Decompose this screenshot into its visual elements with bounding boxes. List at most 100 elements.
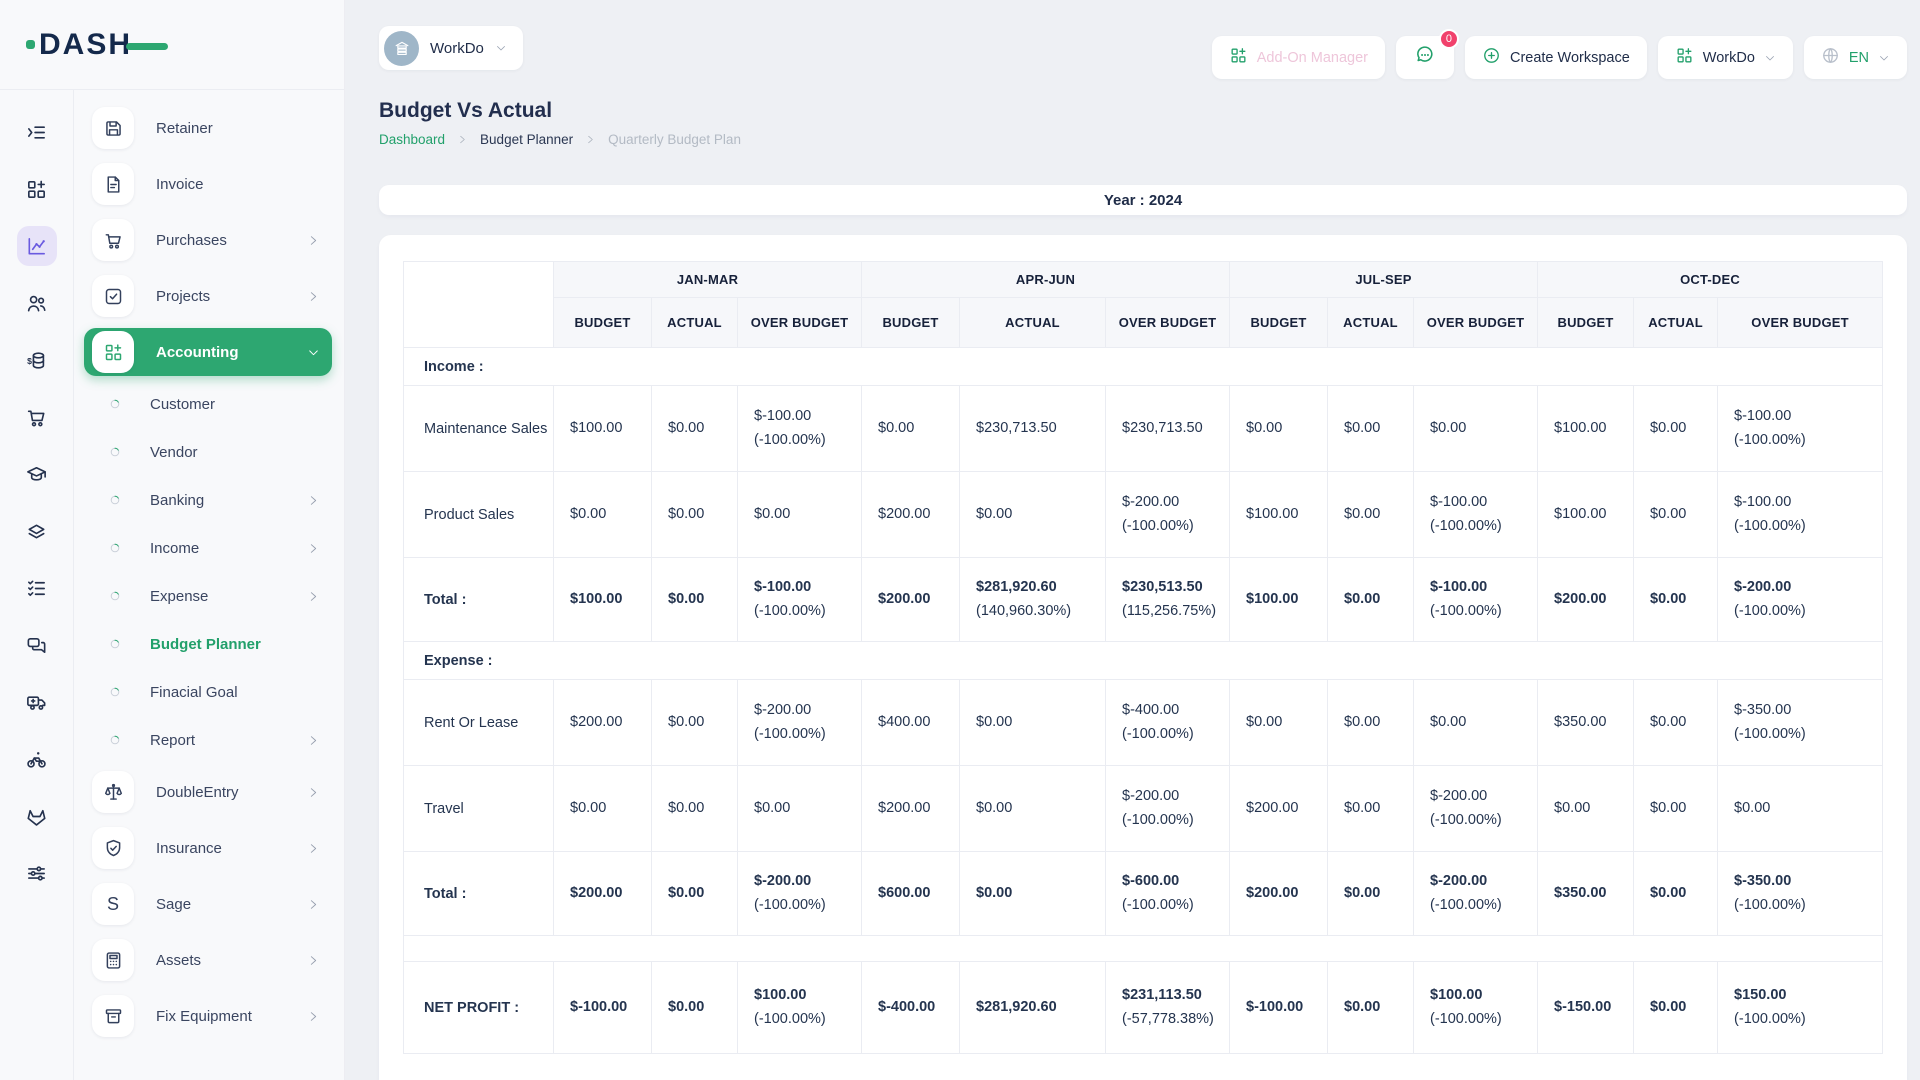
table-cell: $0.00: [960, 680, 1106, 766]
cell-value: $200.00: [570, 713, 651, 733]
rail-bike-icon[interactable]: [17, 739, 57, 779]
sidebar-item-purchases[interactable]: Purchases: [84, 216, 332, 264]
rail-coins-dollar-icon[interactable]: $: [17, 340, 57, 380]
sidebar-item-report[interactable]: Report: [84, 720, 332, 760]
cell-value: $350.00: [1554, 884, 1633, 904]
sidebar-item-budget-planner[interactable]: Budget Planner: [84, 624, 332, 664]
sidebar-body: $ Retainer Invoice Purchases Projects Accoun…: [0, 90, 344, 1080]
rail-shield-fox-icon[interactable]: [17, 796, 57, 836]
sidebar-item-sage[interactable]: SSage: [84, 880, 332, 928]
language-selector[interactable]: EN: [1804, 36, 1907, 79]
sidebar-item-invoice[interactable]: Invoice: [84, 160, 332, 208]
table-cell: $0.00: [554, 472, 652, 558]
table-cell: $-200.00(-100.00%): [1414, 766, 1538, 852]
cell-value: $100.00: [570, 590, 651, 610]
workdo-menu-button[interactable]: WorkDo: [1658, 36, 1793, 79]
cell-value: $0.00: [1734, 799, 1882, 819]
chevron-right-icon: [307, 734, 320, 747]
sidebar-item-customer[interactable]: Customer: [84, 384, 332, 424]
table-cell: $0.00: [1634, 852, 1718, 936]
truck-icon: [25, 691, 48, 714]
cell-value: $0.00: [668, 884, 737, 904]
row-label: NET PROFIT :: [404, 962, 554, 1054]
sidebar-item-projects[interactable]: Projects: [84, 272, 332, 320]
cell-value: $0.00: [976, 505, 1105, 525]
rail-chart-line-icon[interactable]: [17, 226, 57, 266]
chevron-right-icon: [307, 590, 320, 603]
sidebar-item-expense[interactable]: Expense: [84, 576, 332, 616]
create-workspace-button[interactable]: Create Workspace: [1465, 36, 1647, 79]
workspace-switcher[interactable]: WorkDo: [379, 26, 523, 70]
table-cell: $0.00: [960, 472, 1106, 558]
checklist-icon: [25, 577, 48, 600]
table-cell: $-200.00(-100.00%): [1106, 766, 1230, 852]
cart-tile: [92, 219, 134, 261]
cell-value: $0.00: [1430, 419, 1537, 439]
cell-value: $0.00: [754, 505, 861, 525]
invoice-tile: [92, 163, 134, 205]
sidebar-item-insurance[interactable]: Insurance: [84, 824, 332, 872]
cell-value: $-100.00(-100.00%): [1734, 493, 1882, 536]
chevron-right-icon: [457, 134, 468, 145]
sidebar-item-vendor[interactable]: Vendor: [84, 432, 332, 472]
table-cell: $0.00: [738, 472, 862, 558]
sidebar-item-income[interactable]: Income: [84, 528, 332, 568]
rail-layers-icon[interactable]: [17, 511, 57, 551]
shield-fox-icon: [25, 805, 48, 828]
cell-value: $281,920.60(140,960.30%): [976, 578, 1105, 621]
rail-grid-plus-icon[interactable]: [17, 169, 57, 209]
row-label: Rent Or Lease: [404, 680, 554, 766]
table-cell: $0.00: [1414, 386, 1538, 472]
rail-checklist-icon[interactable]: [17, 568, 57, 608]
sidebar-item-accounting[interactable]: Accounting: [84, 328, 332, 376]
table-cell: $600.00: [862, 852, 960, 936]
chevron-right-icon: [307, 898, 320, 911]
cell-value: $0.00: [976, 884, 1105, 904]
sidebar-item-fix-equipment[interactable]: Fix Equipment: [84, 992, 332, 1040]
sidebar-item-assets[interactable]: Assets: [84, 936, 332, 984]
cell-value: $0.00: [668, 799, 737, 819]
quarter-header-apr-jun: APR-JUN: [862, 262, 1230, 298]
dash-logo[interactable]: DASH: [26, 28, 168, 62]
rail-chat-icon[interactable]: [17, 625, 57, 665]
chat-button[interactable]: 0: [1396, 36, 1454, 79]
cell-value: $-100.00(-100.00%): [754, 578, 861, 621]
addon-manager-label: Add-On Manager: [1257, 50, 1368, 66]
breadcrumb-current: Quarterly Budget Plan: [608, 132, 741, 147]
rail-sliders-icon[interactable]: [17, 853, 57, 893]
cell-value: $-100.00: [570, 998, 651, 1018]
shield-check-tile: [92, 827, 134, 869]
cell-value: $-400.00: [878, 998, 959, 1018]
quarter-header-jan-mar: JAN-MAR: [554, 262, 862, 298]
breadcrumb-budget-planner[interactable]: Budget Planner: [480, 132, 573, 147]
sliders-icon: [25, 862, 48, 885]
table-cell: $200.00: [554, 680, 652, 766]
cell-value: $100.00: [1554, 419, 1633, 439]
sidebar-item-retainer[interactable]: Retainer: [84, 104, 332, 152]
rail-users-icon[interactable]: [17, 283, 57, 323]
breadcrumb: Dashboard Budget Planner Quarterly Budge…: [379, 132, 1907, 147]
sidebar-item-finacial-goal[interactable]: Finacial Goal: [84, 672, 332, 712]
bullet-icon: [108, 589, 122, 603]
sidebar-item-label: Expense: [150, 588, 307, 605]
table-cell: $-200.00(-100.00%): [738, 852, 862, 936]
table-row-product-sales: Product Sales$0.00$0.00$0.00$200.00$0.00…: [404, 472, 1883, 558]
table-cell: $-200.00(-100.00%): [1414, 852, 1538, 936]
breadcrumb-dashboard[interactable]: Dashboard: [379, 132, 445, 147]
sidebar-item-doubleentry[interactable]: DoubleEntry: [84, 768, 332, 816]
sidebar-item-banking[interactable]: Banking: [84, 480, 332, 520]
rail-cart-icon[interactable]: [17, 397, 57, 437]
column-header-apr-jun-budget: BUDGET: [862, 298, 960, 348]
table-cell: $-350.00(-100.00%): [1718, 680, 1883, 766]
addon-manager-button[interactable]: Add-On Manager: [1212, 36, 1385, 79]
cell-value: $-100.00(-100.00%): [1430, 493, 1537, 536]
rail-menu-indent-icon[interactable]: [17, 112, 57, 152]
rail-graduation-cap-icon[interactable]: [17, 454, 57, 494]
bullet-icon: [108, 541, 122, 555]
cell-value: $231,113.50(-57,778.38%): [1122, 986, 1229, 1029]
table-row-travel: Travel$0.00$0.00$0.00$200.00$0.00$-200.0…: [404, 766, 1883, 852]
chevron-right-icon: [307, 234, 320, 247]
table-cell: $0.00: [1634, 558, 1718, 642]
quarter-header-jul-sep: JUL-SEP: [1230, 262, 1538, 298]
rail-truck-icon[interactable]: [17, 682, 57, 722]
